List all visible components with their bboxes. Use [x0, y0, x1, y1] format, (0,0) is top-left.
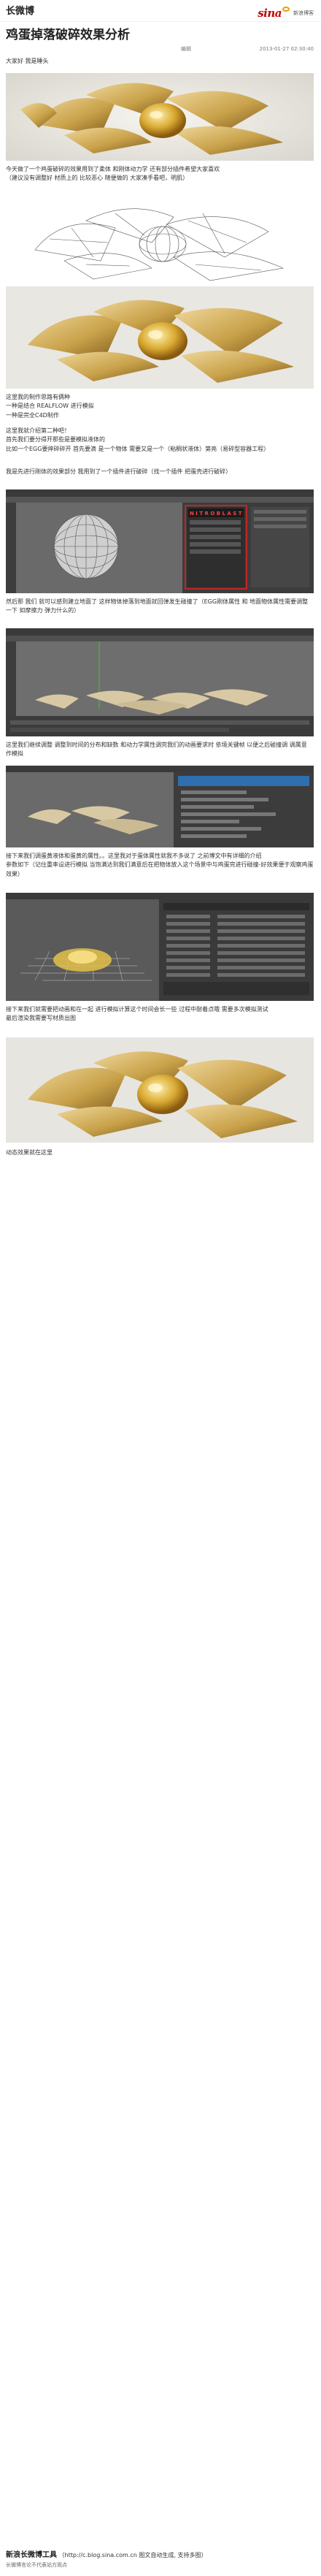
- sina-blog-label: 新浪博客: [293, 10, 314, 17]
- paragraph-text: 今天做了一个鸡蛋破碎的效果用到了柔体 和刚体动力学 还有部分插件希望大家喜欢 （…: [6, 166, 220, 182]
- sina-brand[interactable]: sina 新浪博客: [258, 5, 314, 22]
- top-bar: 长微博 sina 新浪博客: [0, 0, 321, 22]
- image-render-2[interactable]: [6, 286, 314, 389]
- paragraph-dynamics: 这里我们继续调整 调整到时间的分布和缺数 和动力学属性调完我们的动画要求时 依境…: [6, 741, 314, 759]
- image-screenshot-dynamics-settings[interactable]: [6, 766, 314, 847]
- paragraph-approach: 这里我的制作思路有俩种 一种是结合 REALFLOW 进行模拟 一种是完全C4D…: [6, 393, 314, 420]
- paragraph-ground: 然后那 我们 就可以感到建立地面了 这样物体掉落到地面就回弹发生碰撞了（EGG刚…: [6, 598, 314, 616]
- footer-tool-url[interactable]: （http://c.blog.sina.com.cn 图文自动生成, 支持多图）: [59, 2552, 207, 2558]
- paragraph-text: 我是先进行刚体的效果部分 我用到了一个插件进行破碎（找一个插件 把蛋壳进行破碎）: [6, 468, 232, 475]
- plugin-dialog-label: N I T R O B L A S T: [190, 511, 242, 517]
- image-render-1[interactable]: [6, 73, 314, 161]
- paragraph-intro: 大家好 我是睡头: [6, 57, 314, 66]
- article-meta: 编辑 2013-01-27 02:30:40: [6, 45, 314, 53]
- author-name[interactable]: 编辑: [181, 45, 191, 53]
- paragraph-rigid-body: 我是先进行刚体的效果部分 我用到了一个插件进行破碎（找一个插件 把蛋壳进行破碎）: [6, 468, 314, 476]
- paragraph-fluid: 接下来我们调蛋黄液体和蛋黄的属性。。这里我对于蛋体属性就我不多说了 之前博文中有…: [6, 852, 314, 879]
- footer-tool-line: 新浪长微博工具 （http://c.blog.sina.com.cn 图文自动生…: [6, 2550, 206, 2561]
- image-screenshot-shatter-plugin[interactable]: N I T R O B L A S T: [6, 489, 314, 593]
- footer: 新浪长微博工具 （http://c.blog.sina.com.cn 图文自动生…: [0, 2548, 321, 2576]
- paragraph-closing: 动态效果就在这里: [6, 1148, 314, 1157]
- paragraph-method: 这里我就介绍第二种吧！ 首先我们要分得开那些是要模拟液体的 比如一个EGG要摔碎…: [6, 427, 314, 454]
- paragraph-overview: 今天做了一个鸡蛋破碎的效果用到了柔体 和刚体动力学 还有部分插件希望大家喜欢 （…: [6, 165, 314, 183]
- post-timestamp: 2013-01-27 02:30:40: [259, 46, 314, 52]
- app-name[interactable]: 长微博: [6, 4, 34, 19]
- image-screenshot-ground-collision[interactable]: [6, 628, 314, 736]
- sina-eye-icon: [282, 7, 290, 12]
- paragraph-text: 这里我就介绍第二种吧！ 首先我们要分得开那些是要模拟液体的 比如一个EGG要摔碎…: [6, 427, 270, 452]
- paragraph-text: 接下来我们就需要把动画和在一起 进行模拟计算这个时间会长一些 过程中耐着点哦 需…: [6, 1006, 268, 1022]
- image-screenshot-fluid-settings[interactable]: [6, 893, 314, 1001]
- article-title: 鸡蛋掉落破碎效果分析: [6, 28, 130, 42]
- footer-disclaimer: 长微博言论不代表站方观点: [6, 2562, 67, 2568]
- image-render-final[interactable]: [6, 1037, 314, 1143]
- paragraph-simulation: 接下来我们就需要把动画和在一起 进行模拟计算这个时间会长一些 过程中耐着点哦 需…: [6, 1005, 314, 1024]
- paragraph-text: 大家好 我是睡头: [6, 58, 49, 64]
- sina-logo: sina: [258, 7, 282, 20]
- paragraph-text: 然后那 我们 就可以感到建立地面了 这样物体掉落到地面就回弹发生碰撞了（EGG刚…: [6, 598, 309, 614]
- image-wireframe-1[interactable]: [6, 199, 314, 283]
- paragraph-text: 这里我们继续调整 调整到时间的分布和缺数 和动力学属性调完我们的动画要求时 依境…: [6, 742, 307, 758]
- paragraph-text: 这里我的制作思路有俩种 一种是结合 REALFLOW 进行模拟 一种是完全C4D…: [6, 394, 94, 419]
- footer-tool-name[interactable]: 新浪长微博工具: [6, 2551, 57, 2559]
- paragraph-text: 动态效果就在这里: [6, 1149, 53, 1156]
- paragraph-text: 接下来我们调蛋黄液体和蛋黄的属性。。这里我对于蛋体属性就我不多说了 之前博文中有…: [6, 853, 314, 877]
